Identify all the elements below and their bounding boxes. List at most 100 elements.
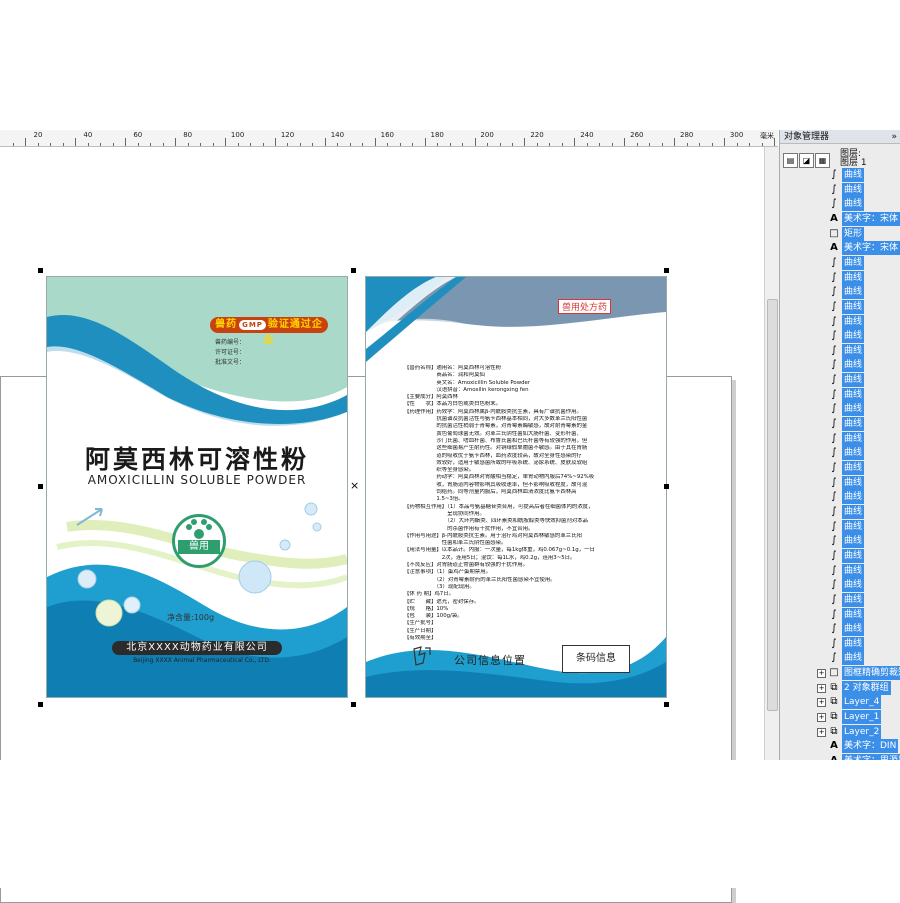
- description-line: 【规 格】10%: [404, 605, 449, 612]
- expand-plus-icon[interactable]: +: [817, 669, 826, 679]
- object-manager-panel[interactable]: 对象管理器 » ▤ ◪ ▦ 图层: 图层 1 ∫ 曲线 ∫ 曲线 ∫ 曲线 A 美术字：宋体 □ 矩形…: [779, 130, 900, 760]
- ruler-tick: [362, 143, 364, 146]
- object-list-item[interactable]: ∫ 曲线: [780, 592, 900, 607]
- object-list-item[interactable]: ∫ 曲线: [780, 519, 900, 534]
- object-list-item-label: 曲线: [842, 387, 865, 402]
- ruler-label: 40: [83, 131, 93, 139]
- object-list-item[interactable]: ∫ 曲线: [780, 329, 900, 344]
- ruler-tick: [13, 143, 14, 146]
- object-list-item[interactable]: □ 矩形: [780, 226, 900, 241]
- selection-handle-tl[interactable]: [38, 268, 43, 273]
- object-list-item[interactable]: ∫ 曲线: [780, 622, 900, 637]
- ruler-tick: [636, 143, 638, 146]
- expand-plus-icon[interactable]: +: [817, 727, 826, 737]
- object-list-item[interactable]: A 美术字：宋体: [780, 241, 900, 256]
- curve-icon: ∫: [831, 535, 837, 547]
- object-list-item[interactable]: ∫ 曲线: [780, 299, 900, 314]
- selection-center-mark[interactable]: ×: [350, 479, 359, 492]
- object-list-item[interactable]: ∫ 曲线: [780, 490, 900, 505]
- object-manager-title: 对象管理器 »: [780, 130, 900, 144]
- horizontal-ruler[interactable]: 20 40 60 80 100 120 140 160 180 200 220 240 260 280 30…: [0, 130, 778, 147]
- object-list-item[interactable]: A 美术字：DIN: [780, 739, 900, 754]
- ruler-tick: [187, 143, 189, 146]
- object-list-item-label: 曲线: [842, 285, 865, 300]
- selection-handle-ml[interactable]: [38, 484, 43, 489]
- ruler-tick: [599, 143, 601, 146]
- object-list-item[interactable]: ∫ 曲线: [780, 504, 900, 519]
- object-list-item[interactable]: ∫ 曲线: [780, 534, 900, 549]
- object-list-item[interactable]: ∫ 曲线: [780, 343, 900, 358]
- object-list-item[interactable]: A 美术字：宋体: [780, 211, 900, 226]
- object-list-item[interactable]: ∫ 曲线: [780, 578, 900, 593]
- description-line: 2次，连用5日；混饮：每1L水，鸡0.2g，连用3~5日。: [404, 554, 576, 561]
- edit-across-layers-icon[interactable]: ◪: [799, 153, 814, 168]
- object-list-item[interactable]: ∫ 曲线: [780, 607, 900, 622]
- layer-manager-icon[interactable]: ▦: [815, 153, 830, 168]
- selection-handle-mr[interactable]: [664, 484, 669, 489]
- object-list-item[interactable]: ∫ 曲线: [780, 197, 900, 212]
- object-list-item[interactable]: + ⧉ Layer_4: [780, 695, 900, 710]
- vertical-scrollbar[interactable]: [764, 147, 779, 760]
- object-list-item[interactable]: ∫ 曲线: [780, 651, 900, 666]
- object-list-item[interactable]: + ⧉ Layer_2: [780, 724, 900, 739]
- object-list-item-label: 曲线: [842, 358, 865, 373]
- drawing-canvas[interactable]: 兽药 GMP 验证通过企业 兽药编号： 许可证号： 批准文号： 阿莫西林可溶性粉 A…: [0, 147, 764, 903]
- ruler-tick: [25, 138, 27, 146]
- curve-icon: ∫: [831, 564, 837, 576]
- description-line: 沙门氏菌、嗜血杆菌、布鲁氏菌和巴氏杆菌等有较强的作用，但: [404, 437, 588, 444]
- expand-plus-icon[interactable]: +: [817, 683, 826, 693]
- object-list-item[interactable]: ∫ 曲线: [780, 461, 900, 475]
- expand-plus-icon[interactable]: +: [817, 713, 826, 723]
- object-list-item[interactable]: + ⧉ Layer_1: [780, 710, 900, 725]
- object-list-item[interactable]: ∫ 曲线: [780, 387, 900, 402]
- object-list-item[interactable]: ∫ 曲线: [780, 548, 900, 563]
- object-list-item[interactable]: + ⧉ 2 对象群组: [780, 680, 900, 695]
- veterinary-use-badge: 兽用: [172, 514, 226, 568]
- selection-handle-br[interactable]: [664, 702, 669, 707]
- artistic-text-icon: A: [830, 242, 838, 254]
- object-list-item-label: 曲线: [842, 578, 865, 593]
- object-list-item[interactable]: ∫ 曲线: [780, 431, 900, 446]
- selection-handle-bm[interactable]: [351, 702, 356, 707]
- object-list-item[interactable]: ∫ 曲线: [780, 314, 900, 329]
- object-list-item[interactable]: ∫ 曲线: [780, 402, 900, 417]
- show-properties-icon[interactable]: ▤: [783, 153, 798, 168]
- object-list-item[interactable]: +□图框精确剪裁矩: [780, 666, 900, 681]
- object-list-item[interactable]: ∫ 曲线: [780, 182, 900, 197]
- curve-icon: ∫: [831, 593, 837, 605]
- ruler-tick: [137, 143, 139, 146]
- object-list-item[interactable]: ∫ 曲线: [780, 417, 900, 432]
- selection-handle-tr[interactable]: [664, 268, 669, 273]
- object-list-item[interactable]: ∫ 曲线: [780, 358, 900, 373]
- object-list-item[interactable]: ∫ 曲线: [780, 563, 900, 578]
- object-list-item[interactable]: ∫ 曲线: [780, 446, 900, 461]
- object-list-item-label: 曲线: [842, 622, 865, 637]
- description-line: 汉语拼音：Amoxilin kerongxing fen: [404, 386, 529, 393]
- object-list-item[interactable]: ∫ 曲线: [780, 270, 900, 285]
- object-list-item[interactable]: ∫ 曲线: [780, 168, 900, 182]
- object-list-item[interactable]: ∫ 曲线: [780, 636, 900, 651]
- layer-name[interactable]: 图层 1: [840, 155, 867, 168]
- object-list-item[interactable]: ∫ 曲线: [780, 373, 900, 388]
- ruler-tick: [724, 138, 726, 146]
- object-list-item[interactable]: ∫ 曲线: [780, 255, 900, 270]
- ruler-tick: [736, 143, 738, 146]
- selection-handle-tm[interactable]: [351, 268, 356, 273]
- selection-handle-bl[interactable]: [38, 702, 43, 707]
- ruler-tick: [624, 138, 626, 146]
- description-line: 这些细菌易产生耐药性。对铜绿假单胞菌不敏感。由于其在胃肠: [404, 445, 588, 452]
- object-list-item[interactable]: ∫ 曲线: [780, 475, 900, 490]
- expand-plus-icon[interactable]: +: [817, 698, 826, 708]
- back-label-panel[interactable]: 兽用处方药 【兽药名称】通用名：阿莫西林可溶性粉 商品名：润和阿莫仙 英文名：A…: [365, 276, 667, 698]
- curve-icon: ∫: [831, 418, 837, 430]
- description-line: 呈现协同作用。: [404, 510, 485, 517]
- object-list-item[interactable]: ∫ 曲线: [780, 285, 900, 300]
- group-icon: ⧉: [830, 681, 838, 693]
- ruler-label: 120: [280, 131, 295, 139]
- ruler-label: 180: [430, 131, 444, 139]
- expand-arrows-icon[interactable]: »: [891, 130, 897, 144]
- scrollbar-thumb[interactable]: [767, 299, 778, 711]
- info-line-license: 许可证号：: [215, 349, 246, 356]
- ruler-tick: [200, 143, 202, 146]
- front-label-panel[interactable]: 兽药 GMP 验证通过企业 兽药编号： 许可证号： 批准文号： 阿莫西林可溶性粉 A…: [46, 276, 348, 698]
